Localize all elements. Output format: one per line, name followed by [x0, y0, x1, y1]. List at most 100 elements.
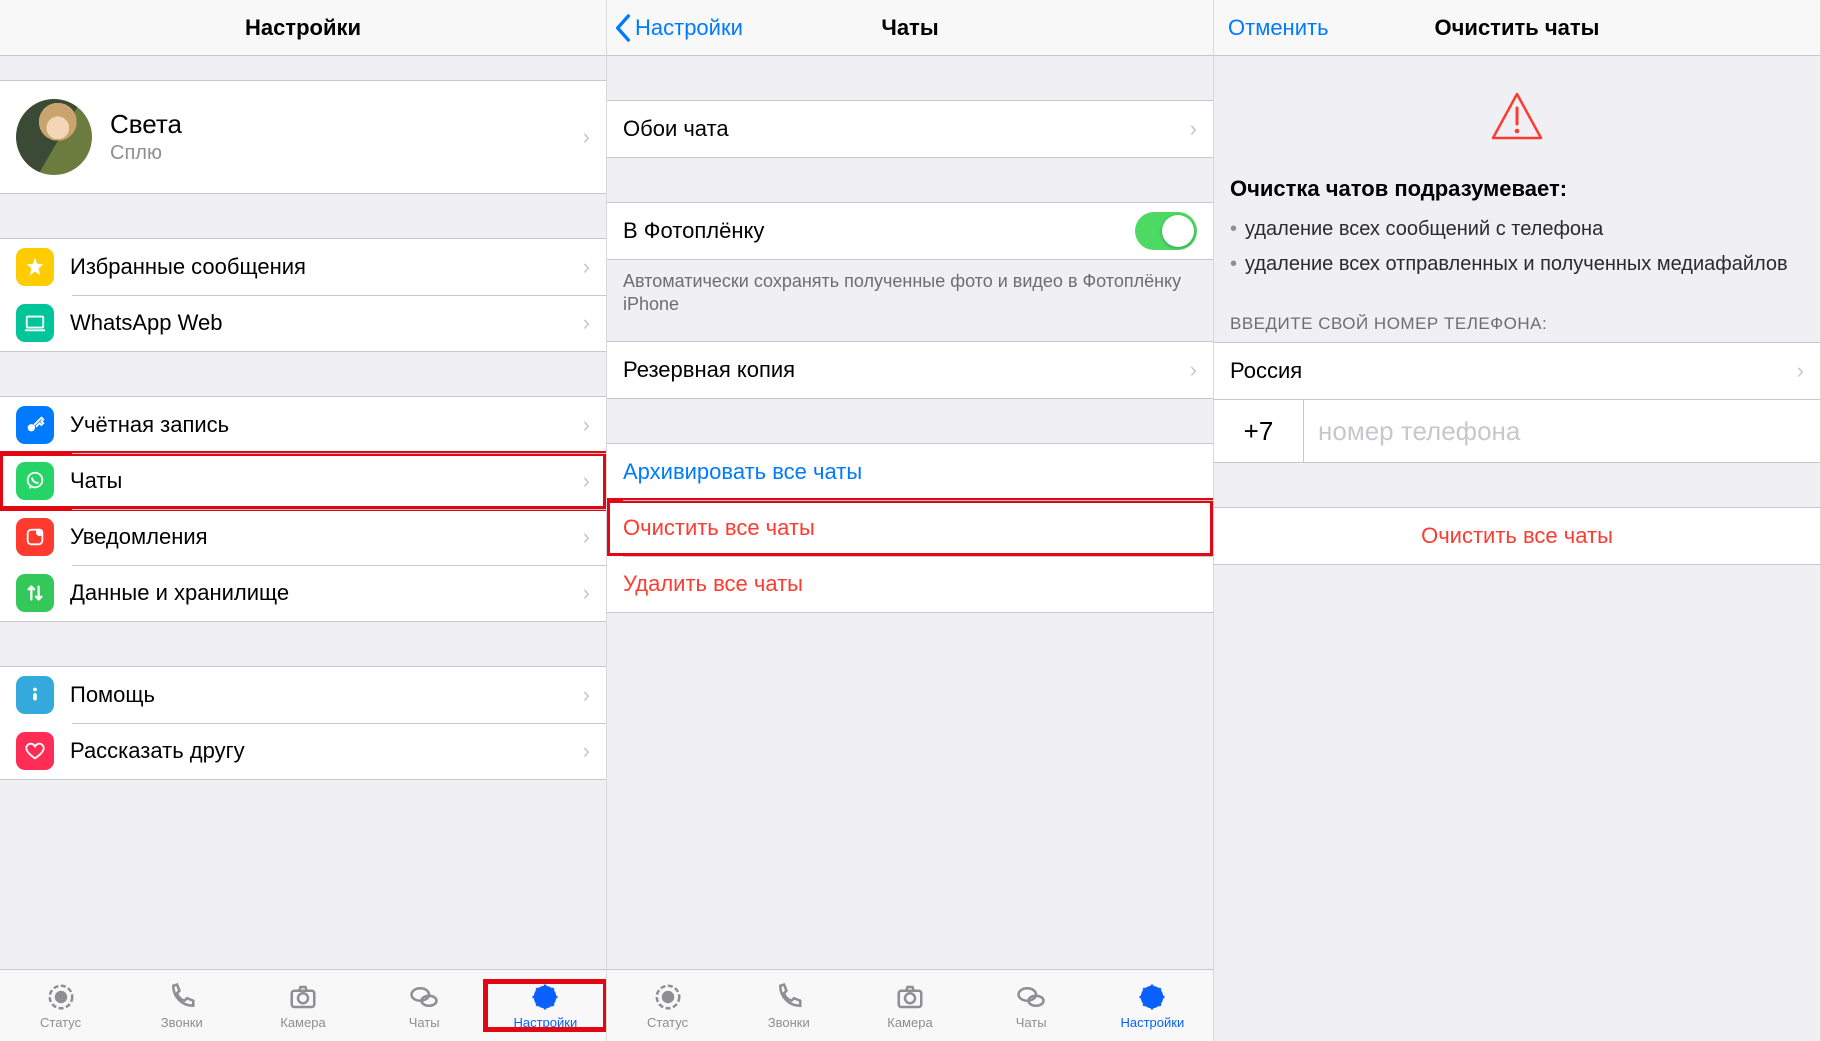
- chevron-right-icon: ›: [583, 412, 590, 438]
- tab-calls[interactable]: Звонки: [121, 981, 242, 1030]
- camera-icon: [895, 981, 925, 1013]
- tab-camera[interactable]: Камера: [242, 981, 363, 1030]
- camera-roll-toggle[interactable]: [1135, 212, 1197, 250]
- laptop-icon: [16, 304, 54, 342]
- chevron-right-icon: ›: [1190, 357, 1197, 383]
- wallpaper-row[interactable]: Обои чата ›: [607, 101, 1213, 157]
- heart-icon: [16, 732, 54, 770]
- tell-friend-row[interactable]: Рассказать другу ›: [0, 723, 606, 779]
- explain-bullet: •удаление всех отправленных и полученных…: [1230, 251, 1804, 278]
- cell-label: Избранные сообщения: [70, 254, 583, 280]
- explain-title: Очистка чатов подразумевает:: [1230, 176, 1804, 202]
- profile-row[interactable]: Света Сплю ›: [0, 80, 606, 194]
- chats-scroll[interactable]: Обои чата › В Фотоплёнку Автоматически с…: [607, 56, 1213, 969]
- chevron-right-icon: ›: [583, 524, 590, 550]
- clear-all-confirm-button[interactable]: Очистить все чаты: [1214, 508, 1820, 564]
- cancel-button[interactable]: Отменить: [1228, 0, 1329, 55]
- info-icon: [16, 676, 54, 714]
- cell-label: Помощь: [70, 682, 583, 708]
- chats-row[interactable]: Чаты ›: [0, 453, 606, 509]
- notification-icon: [16, 518, 54, 556]
- tab-label: Чаты: [409, 1015, 440, 1030]
- help-row[interactable]: Помощь ›: [0, 667, 606, 723]
- warning-icon: [1214, 56, 1820, 176]
- chats-icon: [409, 981, 439, 1013]
- chevron-right-icon: ›: [1190, 116, 1197, 142]
- avatar: [16, 99, 92, 175]
- clear-all-button[interactable]: Очистить все чаты: [607, 500, 1213, 556]
- key-icon: [16, 406, 54, 444]
- cell-label: Учётная запись: [70, 412, 583, 438]
- chevron-right-icon: ›: [583, 124, 590, 150]
- tab-status[interactable]: Статус: [0, 981, 121, 1030]
- gear-icon: [1137, 981, 1167, 1013]
- explain-bullet: •удаление всех сообщений с телефона: [1230, 216, 1804, 243]
- phone-prefix: +7: [1214, 400, 1304, 462]
- account-row[interactable]: Учётная запись ›: [0, 397, 606, 453]
- chats-icon: [1016, 981, 1046, 1013]
- group-starred-web: Избранные сообщения › WhatsApp Web ›: [0, 238, 606, 352]
- chevron-right-icon: ›: [583, 580, 590, 606]
- action-label: Удалить все чаты: [623, 571, 803, 597]
- cell-label: Уведомления: [70, 524, 583, 550]
- tab-status[interactable]: Статус: [607, 981, 728, 1030]
- transfer-icon: [16, 574, 54, 612]
- tabbar: Статус Звонки Камера Чаты Настройки: [0, 969, 606, 1041]
- tab-camera[interactable]: Камера: [849, 981, 970, 1030]
- page-title: Чаты: [881, 15, 938, 41]
- phone-input[interactable]: номер телефона: [1304, 400, 1820, 462]
- gear-icon: [530, 981, 560, 1013]
- chevron-right-icon: ›: [583, 254, 590, 280]
- navbar: Настройки: [0, 0, 606, 56]
- chevron-right-icon: ›: [583, 682, 590, 708]
- whatsapp-web-row[interactable]: WhatsApp Web ›: [0, 295, 606, 351]
- action-label: Очистить все чаты: [623, 515, 815, 541]
- page-title: Настройки: [245, 15, 361, 41]
- clear-scroll[interactable]: Очистка чатов подразумевает: •удаление в…: [1214, 56, 1820, 1041]
- settings-screen: Настройки Света Сплю › Избранные сообщен…: [0, 0, 607, 1041]
- country-label: Россия: [1230, 358, 1797, 384]
- chevron-right-icon: ›: [583, 310, 590, 336]
- backup-row[interactable]: Резервная копия ›: [607, 342, 1213, 398]
- back-button[interactable]: Настройки: [615, 0, 743, 55]
- profile-name: Света: [110, 109, 583, 140]
- page-title: Очистить чаты: [1435, 15, 1600, 41]
- settings-scroll[interactable]: Света Сплю › Избранные сообщения › Whats…: [0, 56, 606, 969]
- tab-label: Звонки: [768, 1015, 810, 1030]
- phone-icon: [774, 981, 804, 1013]
- whatsapp-icon: [16, 462, 54, 500]
- archive-all-button[interactable]: Архивировать все чаты: [607, 444, 1213, 500]
- cell-label: Рассказать другу: [70, 738, 583, 764]
- country-row[interactable]: Россия ›: [1214, 343, 1820, 399]
- tab-chats[interactable]: Чаты: [971, 981, 1092, 1030]
- cell-label: Резервная копия: [623, 357, 1190, 383]
- action-label: Архивировать все чаты: [623, 459, 862, 485]
- chat-actions-group: Архивировать все чаты Очистить все чаты …: [607, 443, 1213, 613]
- camera-icon: [288, 981, 318, 1013]
- phone-input-row: +7 номер телефона: [1214, 400, 1820, 463]
- camera-roll-row[interactable]: В Фотоплёнку: [607, 203, 1213, 259]
- cell-label: WhatsApp Web: [70, 310, 583, 336]
- tab-calls[interactable]: Звонки: [728, 981, 849, 1030]
- enter-number-header: ВВЕДИТЕ СВОЙ НОМЕР ТЕЛЕФОНА:: [1214, 296, 1820, 342]
- cell-label: Чаты: [70, 468, 583, 494]
- notifications-row[interactable]: Уведомления ›: [0, 509, 606, 565]
- back-label: Настройки: [635, 15, 743, 41]
- delete-all-button[interactable]: Удалить все чаты: [607, 556, 1213, 612]
- tab-label: Статус: [40, 1015, 81, 1030]
- data-storage-row[interactable]: Данные и хранилище ›: [0, 565, 606, 621]
- navbar: Настройки Чаты: [607, 0, 1213, 56]
- tab-settings[interactable]: Настройки: [485, 981, 606, 1030]
- tab-settings[interactable]: Настройки: [1092, 981, 1213, 1030]
- tab-label: Статус: [647, 1015, 688, 1030]
- tab-chats[interactable]: Чаты: [364, 981, 485, 1030]
- tab-label: Камера: [280, 1015, 325, 1030]
- starred-messages-row[interactable]: Избранные сообщения ›: [0, 239, 606, 295]
- tab-label: Камера: [887, 1015, 932, 1030]
- status-icon: [46, 981, 76, 1013]
- navbar: Отменить Очистить чаты: [1214, 0, 1820, 56]
- cell-label: В Фотоплёнку: [623, 218, 1135, 244]
- tabbar: Статус Звонки Камера Чаты Настройки: [607, 969, 1213, 1041]
- phone-icon: [167, 981, 197, 1013]
- clear-chats-screen: Отменить Очистить чаты Очистка чатов под…: [1214, 0, 1821, 1041]
